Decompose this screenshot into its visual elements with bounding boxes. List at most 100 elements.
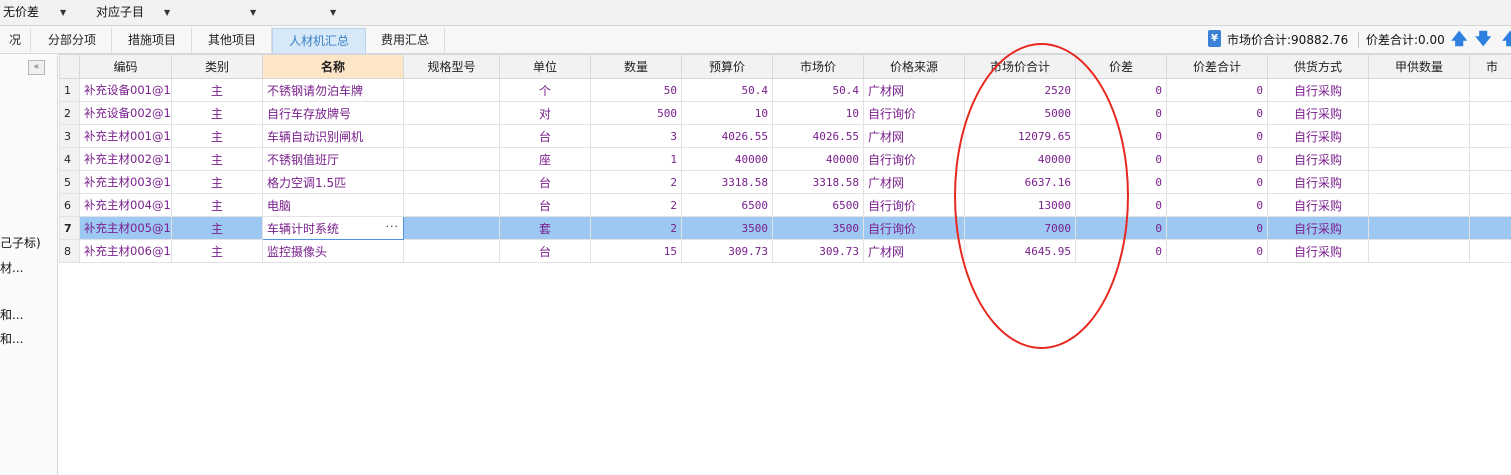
cell-budget-price[interactable]: 309.73 <box>681 239 773 263</box>
column-header-index[interactable] <box>59 54 80 79</box>
cell-unit[interactable]: 座 <box>499 147 591 171</box>
cell-category[interactable]: 主 <box>171 78 263 102</box>
cell-category[interactable]: 主 <box>171 216 263 240</box>
cell-price-diff[interactable]: 0 <box>1075 101 1167 125</box>
cell-diff-total[interactable]: 0 <box>1166 239 1268 263</box>
cell-spec[interactable] <box>403 170 500 194</box>
cell-budget-price[interactable]: 40000 <box>681 147 773 171</box>
cell-supply-method[interactable]: 自行采购 <box>1267 170 1369 194</box>
cell-market-total[interactable]: 12079.65 <box>964 124 1076 148</box>
cell-market-total[interactable]: 6637.16 <box>964 170 1076 194</box>
cell-code[interactable]: 补充主材006@1 <box>79 239 172 263</box>
cell-price-diff[interactable]: 0 <box>1075 216 1167 240</box>
row-index[interactable]: 5 <box>59 170 80 194</box>
column-header-code[interactable]: 编码 <box>79 54 172 79</box>
arrow-up-icon[interactable]: 🡅 <box>1502 29 1511 49</box>
cell-unit[interactable]: 台 <box>499 239 591 263</box>
cell-unit[interactable]: 对 <box>499 101 591 125</box>
cell-price-source[interactable]: 自行询价 <box>863 147 965 171</box>
cell-price-source[interactable]: 广材网 <box>863 239 965 263</box>
cell-market-total[interactable]: 5000 <box>964 101 1076 125</box>
cell-market-total[interactable]: 2520 <box>964 78 1076 102</box>
cell-supply-method[interactable]: 自行采购 <box>1267 216 1369 240</box>
cell-price-source[interactable]: 广材网 <box>863 124 965 148</box>
cell-name[interactable]: 格力空调1.5匹 <box>262 170 404 194</box>
cell-category[interactable]: 主 <box>171 239 263 263</box>
cell-category[interactable]: 主 <box>171 147 263 171</box>
row-index[interactable]: 6 <box>59 193 80 217</box>
cell-supply-method[interactable]: 自行采购 <box>1267 239 1369 263</box>
tab-cost-summary[interactable]: 费用汇总 <box>366 28 445 52</box>
cell-owner-supply-qty[interactable] <box>1368 170 1470 194</box>
cell-name[interactable]: 监控摄像头 <box>262 239 404 263</box>
cell-market-price[interactable]: 6500 <box>772 193 864 217</box>
column-header-more[interactable]: 市 <box>1469 54 1511 79</box>
cell-spec[interactable] <box>403 239 500 263</box>
cell-market-price[interactable]: 4026.55 <box>772 124 864 148</box>
tab-labor-material-summary[interactable]: 人材机汇总 <box>272 28 366 53</box>
cell-supply-method[interactable]: 自行采购 <box>1267 193 1369 217</box>
cell-diff-total[interactable]: 0 <box>1166 216 1268 240</box>
cell-more[interactable] <box>1469 78 1511 102</box>
cell-code[interactable]: 补充设备002@1 <box>79 101 172 125</box>
cell-owner-supply-qty[interactable] <box>1368 124 1470 148</box>
cell-category[interactable]: 主 <box>171 170 263 194</box>
cell-diff-total[interactable]: 0 <box>1166 101 1268 125</box>
cell-quantity[interactable]: 500 <box>590 101 682 125</box>
cell-more[interactable] <box>1469 239 1511 263</box>
cell-quantity[interactable]: 2 <box>590 170 682 194</box>
cell-spec[interactable] <box>403 101 500 125</box>
cell-price-diff[interactable]: 0 <box>1075 170 1167 194</box>
cell-category[interactable]: 主 <box>171 124 263 148</box>
cell-market-price[interactable]: 10 <box>772 101 864 125</box>
tab-overview[interactable]: 况 <box>0 28 31 52</box>
tab-division-items[interactable]: 分部分项 <box>33 28 112 52</box>
tree-item[interactable]: 材... <box>0 259 23 276</box>
cell-supply-method[interactable]: 自行采购 <box>1267 147 1369 171</box>
cell-budget-price[interactable]: 10 <box>681 101 773 125</box>
chevron-down-icon[interactable]: ▼ <box>330 4 336 21</box>
more-options-icon[interactable]: ··· <box>386 220 400 233</box>
cell-diff-total[interactable]: 0 <box>1166 78 1268 102</box>
chevron-down-icon[interactable]: ▼ <box>250 4 256 21</box>
cell-budget-price[interactable]: 50.4 <box>681 78 773 102</box>
cell-unit[interactable]: 台 <box>499 170 591 194</box>
cell-price-source[interactable]: 广材网 <box>863 170 965 194</box>
cell-market-total[interactable]: 40000 <box>964 147 1076 171</box>
cell-diff-total[interactable]: 0 <box>1166 124 1268 148</box>
cell-quantity[interactable]: 15 <box>590 239 682 263</box>
cell-name[interactable]: 不锈钢值班厅 <box>262 147 404 171</box>
table-row[interactable]: 6 补充主材004@1 主 电脑 台 2 6500 6500 自行询价 13000 0 0 自行采购 <box>59 193 1511 217</box>
table-row[interactable]: 3 补充主材001@1 主 车辆自动识别闸机 台 3 4026.55 4026.55 广材网 12… <box>59 124 1511 148</box>
tab-measure-items[interactable]: 措施项目 <box>113 28 192 52</box>
cell-more[interactable] <box>1469 170 1511 194</box>
cell-owner-supply-qty[interactable] <box>1368 193 1470 217</box>
cell-price-diff[interactable]: 0 <box>1075 239 1167 263</box>
column-header-spec[interactable]: 规格型号 <box>403 54 500 79</box>
column-header-price-source[interactable]: 价格来源 <box>863 54 965 79</box>
cell-diff-total[interactable]: 0 <box>1166 170 1268 194</box>
cell-market-total[interactable]: 13000 <box>964 193 1076 217</box>
cell-more[interactable] <box>1469 216 1511 240</box>
arrow-up-icon[interactable]: 🡅 <box>1451 29 1467 49</box>
cell-quantity[interactable]: 2 <box>590 216 682 240</box>
row-index[interactable]: 2 <box>59 101 80 125</box>
cell-market-total[interactable]: 4645.95 <box>964 239 1076 263</box>
cell-price-source[interactable]: 自行询价 <box>863 193 965 217</box>
row-index[interactable]: 8 <box>59 239 80 263</box>
row-index[interactable]: 1 <box>59 78 80 102</box>
cell-quantity[interactable]: 3 <box>590 124 682 148</box>
cell-unit[interactable]: 套 <box>499 216 591 240</box>
cell-price-diff[interactable]: 0 <box>1075 78 1167 102</box>
table-row[interactable]: 4 补充主材002@1 主 不锈钢值班厅 座 1 40000 40000 自行询价 40000 0 0… <box>59 147 1511 171</box>
cell-code[interactable]: 补充主材005@1 <box>79 216 172 240</box>
cell-spec[interactable] <box>403 216 500 240</box>
price-diff-select[interactable]: 无价差 <box>3 4 39 21</box>
column-header-name[interactable]: 名称 <box>262 54 404 79</box>
cell-more[interactable] <box>1469 101 1511 125</box>
cell-owner-supply-qty[interactable] <box>1368 101 1470 125</box>
chevron-down-icon[interactable]: ▼ <box>60 4 66 21</box>
cell-name[interactable]: 电脑 <box>262 193 404 217</box>
tree-item[interactable]: 和... <box>0 330 23 347</box>
cell-quantity[interactable]: 50 <box>590 78 682 102</box>
